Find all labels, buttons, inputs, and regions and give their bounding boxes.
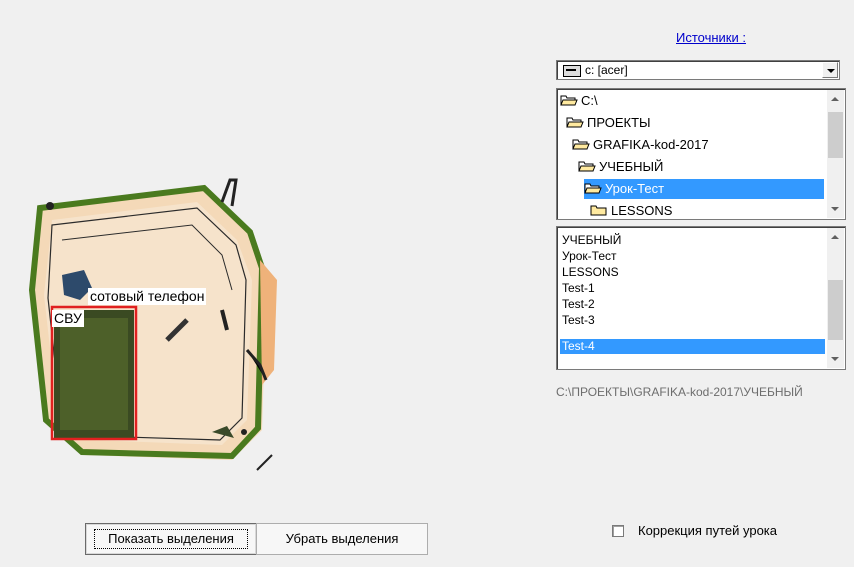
drive-value: c: [acer] (585, 63, 628, 77)
directory-item[interactable]: C:\ (560, 91, 598, 111)
directory-label: Урок-Тест (605, 181, 665, 196)
svu-label: СВУ (52, 310, 84, 327)
open-folder-icon (572, 138, 590, 150)
directory-item[interactable]: УЧЕБНЫЙ (578, 157, 663, 177)
drive-combobox[interactable]: c: [acer] (556, 60, 840, 80)
lesson-path-correction-label: Коррекция путей урока (638, 523, 778, 538)
directory-item-selected[interactable]: Урок-Тест (584, 179, 824, 199)
scroll-thumb[interactable] (828, 280, 843, 340)
scroll-down-icon[interactable] (831, 207, 839, 211)
hide-selections-label: Убрать выделения (285, 531, 399, 546)
directory-label: ПРОЕКТЫ (587, 115, 651, 130)
directory-list[interactable]: C:\ ПРОЕКТЫ GRAFIKA-kod-2017 УЧЕБНЫЙ Уро… (556, 88, 846, 220)
sources-link[interactable]: Источники : (676, 30, 746, 45)
list-item[interactable]: Test-2 (560, 297, 825, 312)
file-list[interactable]: УЧЕБНЫЙ Урок-Тест LESSONS Test-1 Test-2 … (556, 226, 846, 370)
file-list-scrollbar[interactable] (827, 228, 844, 368)
focus-rect (94, 529, 248, 549)
xray-image: сотовый телефон СВУ (22, 170, 282, 480)
folder-icon (590, 204, 608, 216)
open-folder-icon (566, 116, 584, 128)
phone-label: сотовый телефон (88, 288, 207, 305)
lesson-path-correction-checkbox[interactable] (612, 525, 624, 537)
open-folder-icon (560, 94, 578, 106)
list-item[interactable]: LESSONS (560, 265, 825, 280)
current-path: C:\ПРОЕКТЫ\GRAFIKA-kod-2017\УЧЕБНЫЙ (556, 385, 803, 399)
directory-label: УЧЕБНЫЙ (599, 159, 664, 174)
drive-icon (563, 65, 581, 77)
scroll-down-icon[interactable] (831, 357, 839, 361)
directory-item[interactable]: ПРОЕКТЫ (566, 113, 651, 133)
list-item[interactable]: УЧЕБНЫЙ (560, 233, 825, 248)
open-folder-icon (584, 182, 602, 194)
list-item-selected[interactable]: Test-4 (560, 339, 825, 354)
hide-selections-button[interactable]: Убрать выделения (256, 523, 428, 555)
directory-label: LESSONS (611, 203, 673, 218)
scroll-up-icon[interactable] (831, 235, 839, 239)
directory-item[interactable]: GRAFIKA-kod-2017 (572, 135, 709, 155)
scroll-up-icon[interactable] (831, 97, 839, 101)
chevron-down-icon[interactable] (822, 62, 838, 78)
directory-label: GRAFIKA-kod-2017 (593, 137, 709, 152)
show-selections-button[interactable]: Показать выделения (85, 523, 257, 555)
list-item[interactable]: Test-1 (560, 281, 825, 296)
scroll-thumb[interactable] (828, 112, 843, 158)
directory-label: C:\ (581, 93, 598, 108)
open-folder-icon (578, 160, 596, 172)
list-item[interactable]: Урок-Тест (560, 249, 825, 264)
directory-item[interactable]: LESSONS (590, 201, 673, 219)
list-item[interactable]: Test-3 (560, 313, 825, 328)
directory-scrollbar[interactable] (827, 90, 844, 218)
